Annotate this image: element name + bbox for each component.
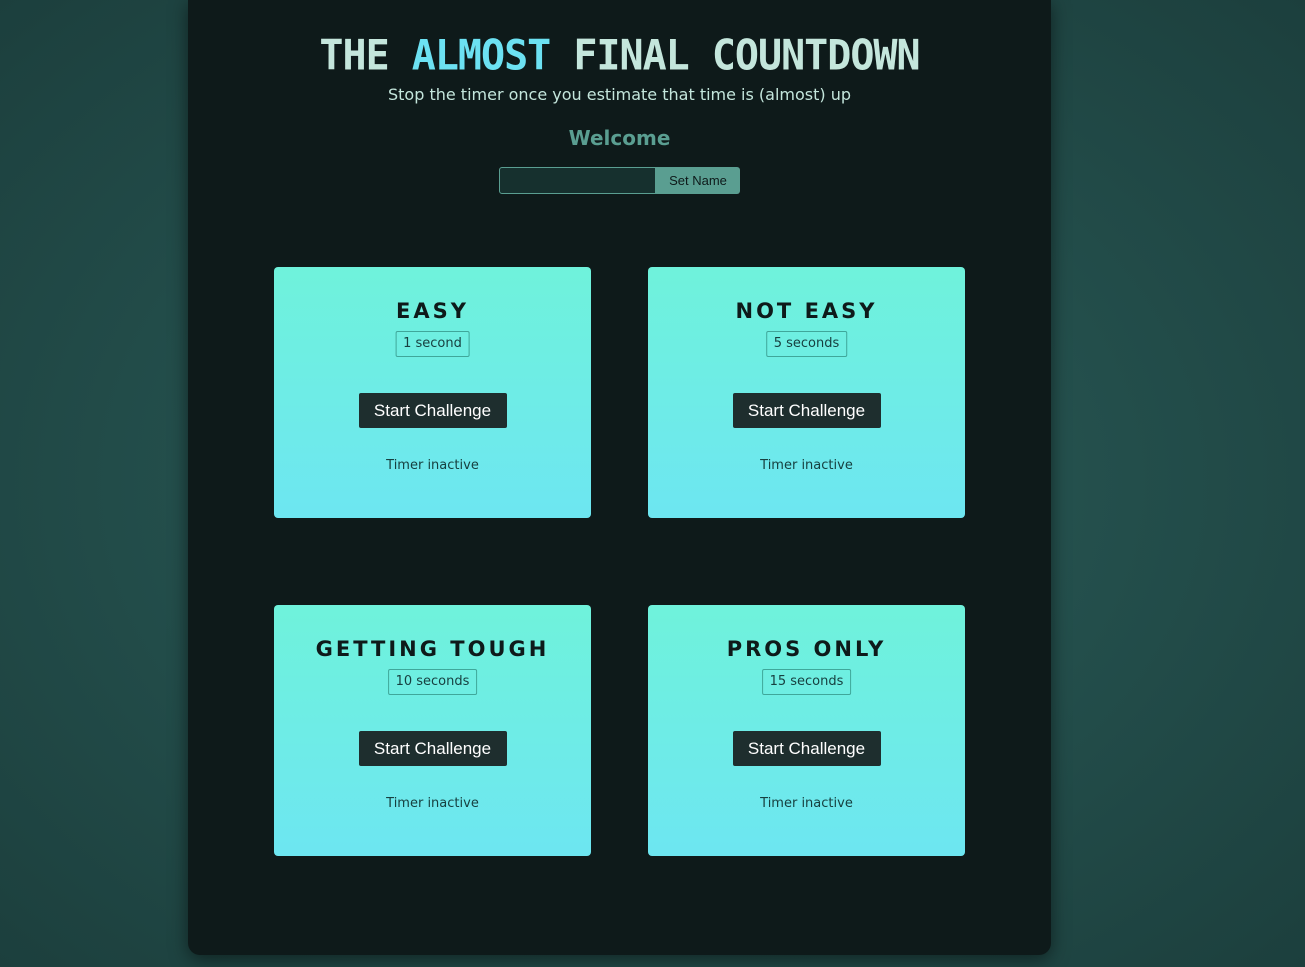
challenge-time: 10 seconds (387, 669, 478, 695)
title-part-1: THE (319, 31, 412, 81)
start-challenge-button[interactable]: Start Challenge (732, 393, 881, 428)
timer-status: Timer inactive (760, 458, 853, 473)
title-part-2: FINAL COUNTDOWN (550, 31, 920, 81)
challenge-title: GETTING TOUGH (315, 637, 550, 661)
welcome-heading: Welcome (568, 126, 671, 150)
timer-status: Timer inactive (386, 796, 479, 811)
challenge-time: 5 seconds (765, 331, 848, 357)
challenge-time: 1 second (395, 331, 470, 357)
timer-status: Timer inactive (760, 796, 853, 811)
timer-status: Timer inactive (386, 458, 479, 473)
start-challenge-button[interactable]: Start Challenge (358, 393, 507, 428)
start-challenge-button[interactable]: Start Challenge (358, 731, 507, 766)
name-input[interactable] (499, 167, 656, 194)
page-subtitle: Stop the timer once you estimate that ti… (387, 85, 852, 104)
challenge-time: 15 seconds (761, 669, 852, 695)
challenge-card-getting-tough: GETTING TOUGH 10 seconds Start Challenge… (274, 605, 591, 856)
app-panel: THE ALMOST FINAL COUNTDOWN Stop the time… (188, 0, 1051, 955)
set-name-button[interactable]: Set Name (656, 167, 740, 194)
start-challenge-button[interactable]: Start Challenge (732, 731, 881, 766)
challenge-title: EASY (396, 299, 469, 323)
challenge-card-easy: EASY 1 second Start Challenge Timer inac… (274, 267, 591, 518)
challenge-title: NOT EASY (735, 299, 878, 323)
title-accent: ALMOST (411, 31, 551, 81)
name-form: Set Name (499, 167, 740, 194)
challenge-card-pros-only: PROS ONLY 15 seconds Start Challenge Tim… (648, 605, 965, 856)
page-title: THE ALMOST FINAL COUNTDOWN (188, 29, 1051, 84)
challenge-title: PROS ONLY (726, 637, 887, 661)
challenge-card-not-easy: NOT EASY 5 seconds Start Challenge Timer… (648, 267, 965, 518)
